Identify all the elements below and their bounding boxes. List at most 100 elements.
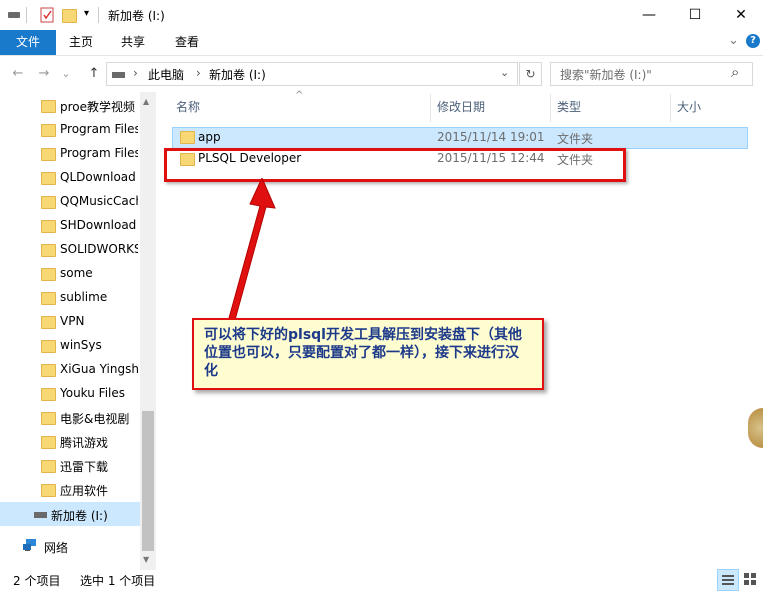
sidebar-item-label: XiGua Yingshi	[60, 362, 138, 376]
close-button[interactable]: ✕	[718, 0, 763, 30]
sidebar-item[interactable]: Program Files	[0, 142, 140, 166]
folder-icon	[41, 340, 56, 353]
sidebar-item[interactable]: sublime	[0, 286, 140, 310]
item-count: 2 个项目	[13, 574, 61, 588]
folder-icon	[41, 292, 56, 305]
sidebar-scroll-thumb[interactable]	[142, 411, 154, 551]
sidebar-item[interactable]: QQMusicCach	[0, 190, 140, 214]
sidebar-item[interactable]: some	[0, 262, 140, 286]
search-icon: ⌕	[731, 63, 740, 81]
sidebar-item-label: Program Files	[60, 146, 138, 160]
window-title: 新加卷 (I:)	[108, 9, 165, 23]
breadcrumb-separator: ›	[133, 66, 138, 80]
folder-icon	[41, 124, 56, 137]
sidebar-item[interactable]: 电影&电视剧	[0, 406, 140, 430]
folder-icon	[41, 100, 56, 113]
sidebar-item[interactable]: VPN	[0, 310, 140, 334]
tab-home[interactable]: 主页	[60, 30, 102, 55]
folder-icon	[180, 131, 195, 144]
maximize-button[interactable]: ☐	[672, 0, 718, 30]
address-dropdown-icon[interactable]: ⌄	[500, 66, 509, 79]
column-header-type[interactable]: 类型	[557, 98, 581, 115]
sidebar-item[interactable]: proe教学视频	[0, 94, 140, 118]
sidebar-item[interactable]: 腾讯游戏	[0, 430, 140, 454]
minimize-button[interactable]: —	[626, 0, 672, 30]
highlight-box	[164, 148, 626, 182]
properties-icon[interactable]	[40, 7, 54, 23]
folder-icon	[41, 364, 56, 377]
folder-icon	[41, 412, 56, 425]
folder-icon	[41, 172, 56, 185]
folder-icon	[41, 220, 56, 233]
tab-view[interactable]: 查看	[166, 30, 208, 55]
sidebar-item-label: SOLIDWORKS	[60, 242, 138, 256]
sidebar-item[interactable]: winSys	[0, 334, 140, 358]
help-icon[interactable]: ?	[746, 34, 760, 48]
title-divider	[98, 7, 99, 23]
column-header-name[interactable]: 名称	[176, 98, 200, 115]
forward-button[interactable]: →	[34, 64, 54, 84]
sidebar-item[interactable]: Youku Files	[0, 382, 140, 406]
new-folder-icon[interactable]	[62, 7, 77, 23]
column-divider[interactable]	[550, 94, 551, 122]
back-button[interactable]: ←	[8, 64, 28, 84]
folder-icon	[41, 268, 56, 281]
toolbar-divider	[26, 7, 27, 23]
sidebar-item-network[interactable]: 网络	[44, 539, 68, 556]
sidebar-item-label: Program Files	[60, 122, 138, 136]
sidebar-item-label: QQMusicCach	[60, 194, 138, 208]
sidebar-item-label: 迅雷下载	[60, 460, 109, 474]
breadcrumb-separator: ›	[196, 66, 201, 80]
sidebar-item[interactable]: 应用软件	[0, 478, 140, 502]
tab-file[interactable]: 文件	[0, 30, 56, 55]
sidebar-item[interactable]: Program Files	[0, 118, 140, 142]
up-button[interactable]: ↑	[84, 64, 104, 84]
folder-icon	[41, 148, 56, 161]
file-modified: 2015/11/14 19:01	[437, 130, 545, 144]
folder-icon	[41, 436, 56, 449]
network-icon	[22, 538, 38, 552]
annotation-arrow	[228, 178, 276, 320]
floating-widget-icon[interactable]	[748, 408, 763, 448]
ribbon-expand-icon[interactable]: ⌄	[728, 33, 739, 48]
sidebar-item[interactable]: SHDownload	[0, 214, 140, 238]
sidebar-item-label: 腾讯游戏	[60, 436, 109, 450]
column-header-modified[interactable]: 修改日期	[437, 98, 485, 115]
scroll-down-icon[interactable]: ▼	[143, 555, 149, 564]
sidebar-item-label: winSys	[60, 338, 102, 352]
annotation-callout: 可以将下好的plsql开发工具解压到安装盘下（其他位置也可以，只要配置对了都一样…	[192, 318, 544, 390]
refresh-button[interactable]: ↻	[519, 62, 542, 86]
large-icons-view-icon[interactable]	[740, 569, 760, 589]
sidebar-item-label: sublime	[60, 290, 108, 304]
sidebar-item[interactable]: SOLIDWORKS	[0, 238, 140, 262]
folder-icon	[41, 484, 56, 497]
sidebar-item-label: QLDownload	[60, 170, 136, 184]
sidebar-item-label: SHDownload	[60, 218, 137, 232]
scroll-up-icon[interactable]: ▲	[143, 97, 149, 106]
sidebar-item-label: proe教学视频	[60, 100, 136, 114]
search-placeholder: 搜索"新加卷 (I:)"	[560, 68, 652, 82]
sidebar-item-label: Youku Files	[60, 386, 126, 400]
file-type: 文件夹	[557, 132, 594, 146]
drive-icon	[112, 72, 125, 78]
sort-indicator-icon: ^	[295, 90, 304, 101]
quick-access-dropdown-icon[interactable]: ▾	[84, 8, 89, 19]
sidebar-item-label: 新加卷 (I:)	[51, 509, 108, 523]
column-header-size[interactable]: 大小	[677, 98, 701, 115]
column-divider[interactable]	[430, 94, 431, 122]
sidebar-item[interactable]: 迅雷下载	[0, 454, 140, 478]
recent-locations-icon[interactable]: ⌄	[56, 64, 76, 84]
selection-count: 选中 1 个项目	[80, 574, 156, 588]
column-divider[interactable]	[670, 94, 671, 122]
breadcrumb-drive[interactable]: 新加卷 (I:)	[209, 66, 266, 83]
folder-icon	[41, 244, 56, 257]
details-view-icon[interactable]	[717, 569, 739, 591]
drive-icon	[34, 512, 47, 518]
tab-share[interactable]: 共享	[112, 30, 154, 55]
sidebar-item-label: 电影&电视剧	[60, 412, 130, 426]
file-name[interactable]: app	[198, 130, 221, 144]
sidebar-item[interactable]: XiGua Yingshi	[0, 358, 140, 382]
breadcrumb-this-pc[interactable]: 此电脑	[148, 66, 184, 83]
sidebar-item-label: VPN	[60, 314, 85, 328]
sidebar-item[interactable]: QLDownload	[0, 166, 140, 190]
